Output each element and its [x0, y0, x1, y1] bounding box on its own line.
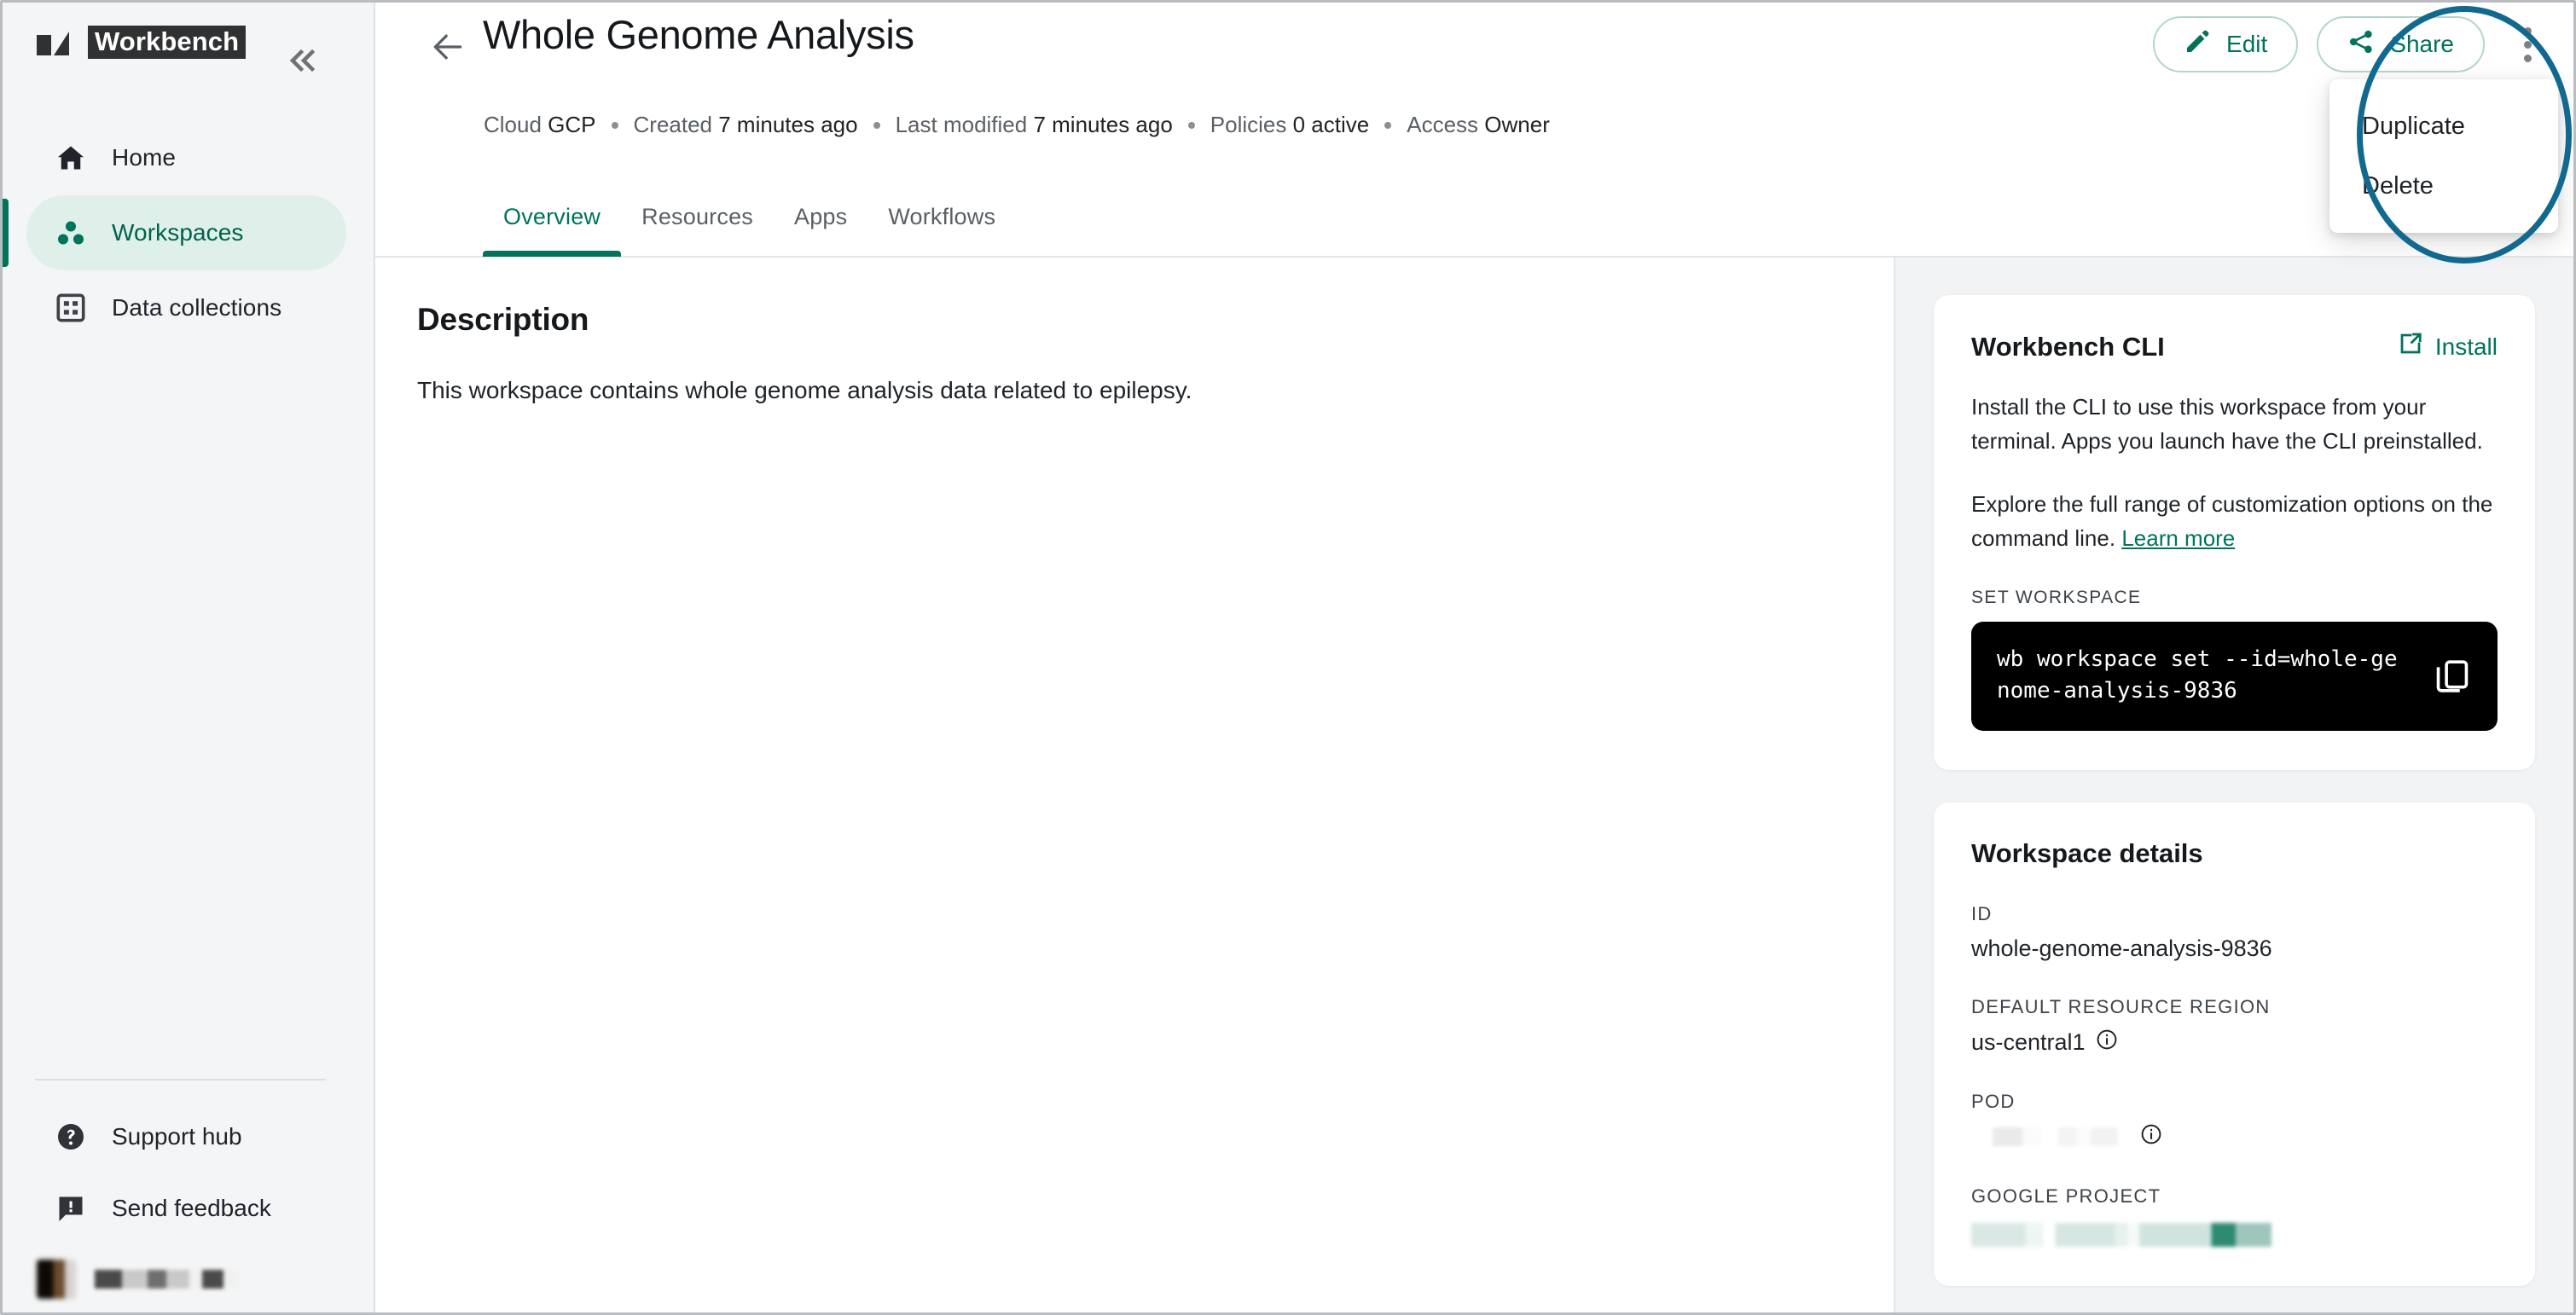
main-content: Description This workspace contains whol…	[375, 258, 1895, 1312]
more-options-menu: Duplicate Delete	[2329, 79, 2558, 233]
copy-icon[interactable]	[2433, 657, 2472, 696]
sidebar-item-send-feedback[interactable]: Send feedback	[26, 1173, 346, 1244]
page-header: Whole Genome Analysis Cloud GCP Created …	[375, 3, 2573, 258]
sidebar-item-label: Send feedback	[112, 1195, 271, 1221]
workbench-cli-card: Workbench CLI Install Install the CLI to…	[1934, 295, 2535, 770]
breadcrumb: Cloud GCP Created 7 minutes ago Last mod…	[484, 112, 1550, 138]
sidebar-item-label: Home	[112, 144, 177, 171]
external-link-icon	[2398, 331, 2423, 362]
cli-paragraph-2: Explore the full range of customization …	[1971, 487, 2498, 555]
tab-workflows[interactable]: Workflows	[867, 204, 1016, 254]
pencil-icon	[2184, 28, 2211, 61]
meta-separator-dot	[611, 121, 618, 129]
info-circle-icon[interactable]	[2140, 1123, 2162, 1151]
share-button[interactable]: Share	[2317, 16, 2485, 72]
tab-resources[interactable]: Resources	[621, 204, 774, 254]
meta-policies: Policies 0 active	[1210, 112, 1370, 137]
meta-cloud: Cloud GCP	[484, 112, 596, 137]
app-window: Workbench Home Workspaces Data collectio…	[0, 0, 2576, 1315]
learn-more-link[interactable]: Learn more	[2121, 525, 2235, 551]
detail-value-google-project	[1971, 1218, 2498, 1247]
detail-label-id: ID	[1971, 902, 1993, 924]
sidebar-item-support-hub[interactable]: Support hub	[26, 1101, 346, 1173]
chevrons-left-icon[interactable]	[287, 47, 321, 74]
meta-separator-dot	[1187, 121, 1195, 129]
set-workspace-command-text: wb workspace set --id=whole-genome-analy…	[1997, 646, 2398, 704]
help-circle-icon	[55, 1121, 87, 1153]
edit-button[interactable]: Edit	[2153, 16, 2299, 72]
pod-value-redacted	[1981, 1127, 2118, 1147]
user-account-row[interactable]	[37, 1260, 238, 1299]
grid-table-icon	[55, 292, 87, 324]
description-heading: Description	[417, 302, 589, 337]
sidebar-nav: Home Workspaces Data collections	[3, 120, 374, 345]
sidebar-item-workspaces[interactable]: Workspaces	[3, 195, 346, 270]
right-panel: Workbench CLI Install Install the CLI to…	[1895, 258, 2573, 1312]
tab-bar: Overview Resources Apps Workflows	[483, 204, 1016, 257]
description-text: This workspace contains whole genome ana…	[417, 377, 1192, 403]
detail-value-id: whole-genome-analysis-9836	[1971, 935, 2272, 961]
cli-card-header: Workbench CLI Install	[1971, 331, 2498, 362]
sidebar-item-label: Data collections	[112, 294, 282, 321]
sidebar-item-data-collections[interactable]: Data collections	[26, 270, 346, 345]
meta-access: Access Owner	[1407, 112, 1550, 137]
meta-last-modified: Last modified 7 minutes ago	[895, 112, 1173, 137]
detail-value-pod	[1971, 1123, 2498, 1151]
meta-separator-dot	[873, 121, 880, 129]
install-link[interactable]: Install	[2398, 331, 2498, 362]
details-card-title: Workspace details	[1971, 837, 2203, 868]
detail-label-pod: POD	[1971, 1090, 2016, 1112]
cli-paragraph-1: Install the CLI to use this workspace fr…	[1971, 394, 2483, 455]
meta-separator-dot	[1384, 121, 1392, 129]
brand-name: Workbench	[88, 26, 247, 59]
workspaces-dots-icon	[55, 217, 87, 249]
sidebar: Workbench Home Workspaces Data collectio…	[3, 3, 375, 1312]
avatar	[37, 1260, 76, 1299]
sidebar-item-label: Support hub	[112, 1123, 242, 1150]
set-workspace-label: SET WORKSPACE	[1971, 588, 2142, 608]
brand: Workbench	[37, 26, 247, 59]
sidebar-item-label: Workspaces	[112, 219, 244, 246]
page-title: Whole Genome Analysis	[483, 12, 914, 57]
edit-button-label: Edit	[2226, 31, 2268, 57]
tab-overview[interactable]: Overview	[483, 204, 622, 257]
detail-label-default-resource-region: DEFAULT RESOURCE REGION	[1971, 995, 2271, 1017]
share-nodes-icon	[2347, 28, 2375, 61]
sidebar-divider	[35, 1079, 326, 1080]
user-name-redacted	[95, 1270, 238, 1289]
sidebar-footer-nav: Support hub Send feedback	[3, 1101, 374, 1244]
sidebar-item-home[interactable]: Home	[26, 120, 346, 195]
kebab-menu-icon[interactable]	[2503, 18, 2551, 71]
google-project-value-redacted	[1971, 1222, 2271, 1247]
detail-label-google-project: GOOGLE PROJECT	[1971, 1185, 2161, 1207]
share-button-label: Share	[2390, 31, 2454, 57]
region-value-text: us-central1	[1971, 1028, 2086, 1055]
info-circle-icon[interactable]	[2096, 1028, 2118, 1057]
install-link-label: Install	[2434, 333, 2498, 360]
home-icon	[55, 142, 87, 174]
menu-item-duplicate[interactable]: Duplicate	[2329, 96, 2558, 156]
detail-value-default-resource-region: us-central1	[1971, 1028, 2498, 1057]
meta-created: Created 7 minutes ago	[633, 112, 858, 137]
header-actions: Edit Share	[2153, 16, 2551, 72]
set-workspace-command-box[interactable]: wb workspace set --id=whole-genome-analy…	[1971, 622, 2498, 731]
feedback-chat-icon	[55, 1192, 87, 1225]
arrow-left-icon[interactable]	[429, 28, 467, 66]
menu-item-delete[interactable]: Delete	[2329, 156, 2558, 216]
tab-apps[interactable]: Apps	[774, 204, 867, 254]
cli-card-title: Workbench CLI	[1971, 331, 2165, 362]
workbench-logo-icon	[37, 30, 69, 55]
workspace-details-card: Workspace details ID whole-genome-analys…	[1934, 802, 2535, 1286]
